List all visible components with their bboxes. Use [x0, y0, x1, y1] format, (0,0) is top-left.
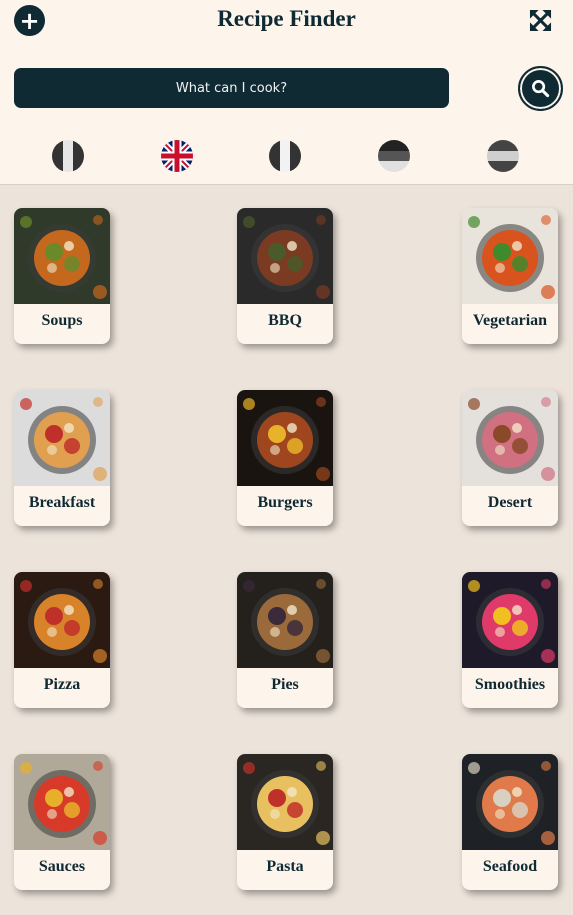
fullscreen-button[interactable]	[529, 9, 552, 32]
category-label: Seafood	[482, 858, 538, 875]
category-label: BBQ	[268, 312, 302, 329]
pizza-photo	[14, 572, 110, 668]
search-icon	[532, 80, 550, 98]
category-label: Pies	[271, 676, 299, 693]
category-label: Smoothies	[474, 676, 546, 693]
search-button[interactable]	[518, 66, 563, 111]
app-header: + Recipe Finder	[0, 0, 573, 185]
uk-flag-icon	[161, 140, 193, 172]
language-option[interactable]	[269, 140, 301, 172]
spanish-flag-icon	[487, 140, 519, 172]
category-card[interactable]: Breakfast	[14, 390, 110, 526]
category-label: Vegetarian	[472, 312, 548, 329]
category-card[interactable]: Seafood	[462, 754, 558, 890]
burger-photo	[237, 390, 333, 486]
category-label: Pasta	[266, 858, 304, 875]
language-option[interactable]	[161, 140, 193, 172]
category-label: Breakfast	[28, 494, 96, 511]
italian-flag-icon	[52, 140, 84, 172]
german-flag-icon	[378, 140, 410, 172]
breakfast-spread-photo	[14, 390, 110, 486]
language-option[interactable]	[52, 140, 84, 172]
category-label: Sauces	[38, 858, 86, 875]
category-card[interactable]: Pies	[237, 572, 333, 708]
category-card[interactable]: Sauces	[14, 754, 110, 890]
category-card[interactable]: Vegetarian	[462, 208, 558, 344]
category-card[interactable]: Pizza	[14, 572, 110, 708]
category-card[interactable]: Soups	[14, 208, 110, 344]
category-card[interactable]: Burgers	[237, 390, 333, 526]
language-option[interactable]	[487, 140, 519, 172]
smoothie-photo	[462, 572, 558, 668]
language-option[interactable]	[378, 140, 410, 172]
sauce-bowls-photo	[14, 754, 110, 850]
category-card[interactable]: Pasta	[237, 754, 333, 890]
category-label: Burgers	[257, 494, 313, 511]
seafood-platter-photo	[462, 754, 558, 850]
category-card[interactable]: Smoothies	[462, 572, 558, 708]
vegetable-bowl-photo	[462, 208, 558, 304]
search-input[interactable]	[14, 68, 449, 108]
category-card[interactable]: BBQ	[237, 208, 333, 344]
expand-arrows-icon	[529, 9, 552, 32]
dessert-spread-photo	[462, 390, 558, 486]
category-label: Desert	[487, 494, 533, 511]
pasta-plate-photo	[237, 754, 333, 850]
french-flag-icon	[269, 140, 301, 172]
soup-bowl-photo	[14, 208, 110, 304]
category-label: Soups	[41, 312, 83, 329]
grilled-meat-photo	[237, 208, 333, 304]
page-title: Recipe Finder	[217, 6, 356, 31]
category-label: Pizza	[43, 676, 81, 693]
pie-photo	[237, 572, 333, 668]
category-card[interactable]: Desert	[462, 390, 558, 526]
